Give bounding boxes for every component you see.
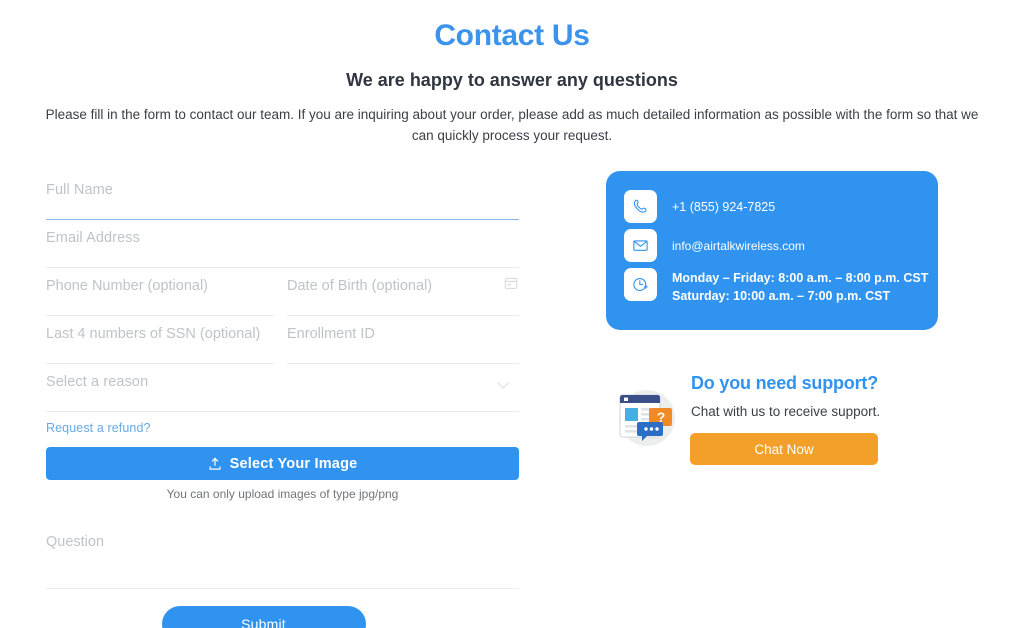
phone-dob-row: Phone Number (optional) Date of Birth (o… <box>46 268 519 316</box>
upload-hint-text: You can only upload images of type jpg/p… <box>166 487 399 501</box>
clock-icon <box>624 268 657 301</box>
submit-button[interactable]: Submit <box>161 606 366 628</box>
submit-row: Submit <box>46 606 519 628</box>
contact-email-text: info@airtalkwireless.com <box>672 239 805 253</box>
ssn-field[interactable]: Last 4 numbers of SSN (optional) <box>46 316 274 364</box>
chat-now-button[interactable]: Chat Now <box>690 433 878 465</box>
support-title: Do you need support? <box>691 373 878 393</box>
email-placeholder: Email Address <box>46 230 140 246</box>
hours-saturday: Saturday: 10:00 a.m. – 7:00 p.m. CST <box>672 289 891 304</box>
question-field[interactable]: Question <box>46 529 519 589</box>
full-name-field[interactable]: Full Name <box>46 172 519 220</box>
page-header: Contact Us We are happy to answer any qu… <box>0 0 1024 147</box>
contact-info-column: +1 (855) 924-7825 info@airtalkwireless.c… <box>606 171 938 465</box>
reason-select[interactable]: Select a reason <box>46 364 519 412</box>
phone-field[interactable]: Phone Number (optional) <box>46 268 274 316</box>
calendar-icon[interactable] <box>504 276 518 290</box>
reason-placeholder: Select a reason <box>46 374 149 390</box>
select-image-label: Select Your Image <box>229 455 358 472</box>
contact-form: Full Name Email Address Phone Number (op… <box>46 172 519 628</box>
contact-email-row[interactable]: info@airtalkwireless.com <box>624 229 805 262</box>
contact-phone-text: +1 (855) 924-7825 <box>672 200 776 214</box>
enrollment-id-field[interactable]: Enrollment ID <box>287 316 519 364</box>
contact-phone-row[interactable]: +1 (855) 924-7825 <box>624 190 775 223</box>
upload-icon <box>208 457 222 471</box>
phone-icon <box>624 190 657 223</box>
ssn-placeholder: Last 4 numbers of SSN (optional) <box>46 326 261 342</box>
hours-weekday: Monday – Friday: 8:00 a.m. – 8:00 p.m. C… <box>672 271 929 285</box>
question-underline <box>46 588 519 589</box>
dob-field[interactable]: Date of Birth (optional) <box>287 268 519 316</box>
contact-hours-text: Monday – Friday: 8:00 a.m. – 8:00 p.m. C… <box>672 268 928 305</box>
chevron-down-icon[interactable] <box>497 376 509 389</box>
contact-hours-row: Monday – Friday: 8:00 a.m. – 8:00 p.m. C… <box>624 268 928 305</box>
contact-page: Contact Us We are happy to answer any qu… <box>0 0 1024 628</box>
page-subtitle: We are happy to answer any questions <box>346 70 678 90</box>
enrollment-id-placeholder: Enrollment ID <box>287 326 375 342</box>
phone-placeholder: Phone Number (optional) <box>46 278 209 294</box>
page-intro-text: Please fill in the form to contact our t… <box>45 107 979 143</box>
full-name-placeholder: Full Name <box>46 182 113 198</box>
dob-placeholder: Date of Birth (optional) <box>287 278 433 294</box>
envelope-icon <box>624 229 657 262</box>
contact-info-card: +1 (855) 924-7825 info@airtalkwireless.c… <box>606 171 938 330</box>
reason-underline <box>46 411 519 412</box>
request-refund-link[interactable]: Request a refund? <box>46 421 151 435</box>
question-placeholder: Question <box>46 534 105 550</box>
support-subtitle: Chat with us to receive support. <box>691 404 881 419</box>
page-title: Contact Us <box>434 19 590 52</box>
ssn-enrollment-row: Last 4 numbers of SSN (optional) Enrollm… <box>46 316 519 364</box>
support-section: ? Do you need support? Chat with us to r… <box>606 371 938 471</box>
email-field[interactable]: Email Address <box>46 220 519 268</box>
select-image-button[interactable]: Select Your Image <box>46 447 519 480</box>
chat-support-illustration-icon: ? <box>608 379 686 457</box>
